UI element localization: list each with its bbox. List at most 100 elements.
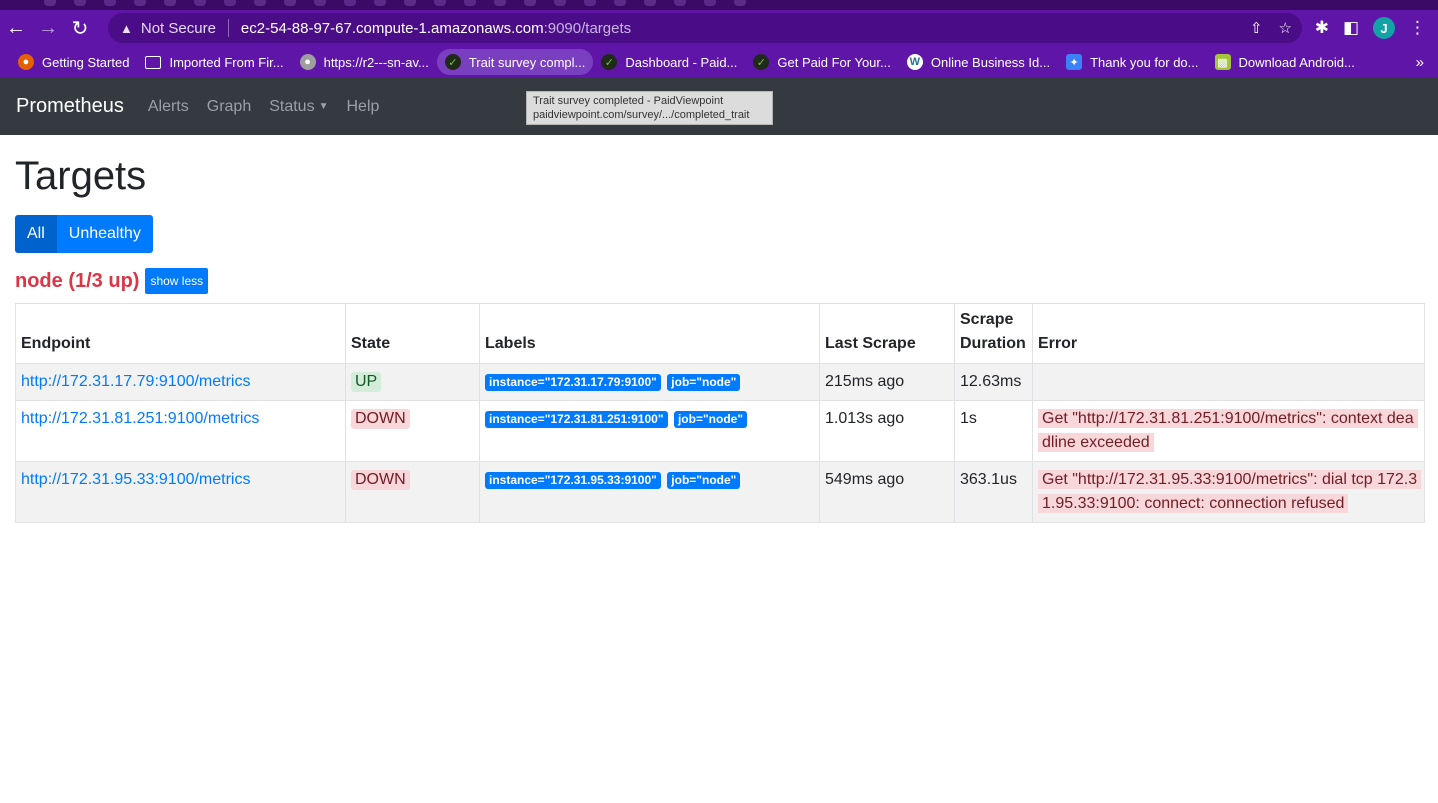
- state-cell: DOWN: [345, 461, 480, 523]
- bookmark-star-icon[interactable]: ☆: [1279, 19, 1292, 37]
- tab-favicon-marker[interactable]: [74, 0, 86, 6]
- nav-graph[interactable]: Graph: [207, 98, 251, 116]
- label-badge: job="node": [667, 472, 741, 489]
- tab-favicon-marker[interactable]: [494, 0, 506, 6]
- label-badge: instance="172.31.81.251:9100": [485, 411, 668, 428]
- tab-favicon-marker[interactable]: [44, 0, 56, 6]
- bookmark-tooltip: Trait survey completed - PaidViewpoint p…: [526, 91, 773, 125]
- tab-favicon-marker[interactable]: [674, 0, 686, 6]
- bookmark-label: Dashboard - Paid...: [625, 54, 738, 70]
- globe-icon: ●: [299, 54, 316, 70]
- firefox-icon: ●: [18, 54, 34, 70]
- error-cell: [1032, 363, 1425, 401]
- tab-favicon-marker[interactable]: [134, 0, 146, 6]
- label-badge: job="node": [667, 374, 741, 391]
- bookmark-item[interactable]: Imported From Fir...: [137, 49, 291, 75]
- filter-all-button[interactable]: All: [15, 215, 57, 253]
- avatar[interactable]: J: [1373, 17, 1395, 39]
- nav-status[interactable]: Status ▼: [269, 98, 328, 116]
- page-title: Targets: [15, 154, 147, 198]
- url-path: :9090/targets: [543, 19, 632, 37]
- back-arrow-icon: ←: [6, 16, 26, 39]
- address-bar[interactable]: ▲ Not Secure ec2-54-88-97-67.compute-1.a…: [108, 13, 1302, 43]
- error-cell: Get "http://172.31.95.33:9100/metrics": …: [1032, 461, 1425, 523]
- menu-kebab-icon[interactable]: ⋮: [1409, 18, 1426, 38]
- pool-title[interactable]: node (1/3 up): [15, 270, 139, 293]
- tab-favicon-marker[interactable]: [464, 0, 476, 6]
- error-message: Get "http://172.31.95.33:9100/metrics": …: [1038, 470, 1422, 513]
- bookmark-item[interactable]: ✓ Dashboard - Paid...: [593, 49, 745, 75]
- tab-favicon-marker[interactable]: [614, 0, 626, 6]
- bookmark-item[interactable]: ✓ Get Paid For Your...: [745, 49, 898, 75]
- tab-favicon-marker[interactable]: [524, 0, 536, 6]
- forward-button[interactable]: →: [32, 10, 64, 46]
- check-icon: ✓: [601, 54, 618, 70]
- extensions-icon[interactable]: ✱: [1315, 18, 1329, 38]
- tab-favicon-marker[interactable]: [734, 0, 746, 6]
- state-cell: DOWN: [345, 400, 480, 462]
- bookmark-item[interactable]: W Online Business Id...: [899, 49, 1058, 75]
- tab-favicon-marker[interactable]: [404, 0, 416, 6]
- tab-favicon-marker[interactable]: [644, 0, 656, 6]
- bookmark-label: Online Business Id...: [930, 54, 1051, 70]
- reload-button[interactable]: ↻: [64, 10, 96, 46]
- status-badge: DOWN: [351, 470, 410, 490]
- column-header-labels: Labels: [479, 303, 820, 364]
- security-label[interactable]: Not Secure: [141, 20, 216, 37]
- last-scrape-cell: 1.013s ago: [819, 400, 955, 462]
- tab-favicon-marker[interactable]: [584, 0, 596, 6]
- tab-favicon-marker[interactable]: [254, 0, 266, 6]
- brand-logo[interactable]: Prometheus: [16, 95, 124, 118]
- bookmark-item[interactable]: ● Getting Started: [10, 49, 137, 75]
- endpoint-link[interactable]: http://172.31.81.251:9100/metrics: [21, 410, 259, 427]
- tab-favicon-marker[interactable]: [434, 0, 446, 6]
- nav-alerts[interactable]: Alerts: [148, 98, 189, 116]
- targets-table: Endpoint State Labels Last Scrape Scrape…: [15, 303, 1425, 523]
- share-icon[interactable]: ⇧: [1250, 19, 1263, 37]
- bookmark-label: Trait survey compl...: [468, 54, 586, 70]
- bookmark-item[interactable]: ✓ Trait survey compl...: [436, 49, 594, 75]
- android-icon: ▩: [1214, 54, 1231, 70]
- wordpress-icon: W: [906, 54, 923, 70]
- bookmark-item[interactable]: ▩ Download Android...: [1207, 49, 1363, 75]
- labels-cell: instance="172.31.95.33:9100" job="node": [479, 461, 820, 523]
- endpoint-cell: http://172.31.17.79:9100/metrics: [15, 363, 346, 401]
- tab-favicon-marker[interactable]: [374, 0, 386, 6]
- tooltip-title: Trait survey completed - PaidViewpoint: [533, 95, 724, 107]
- tab-favicon-marker[interactable]: [224, 0, 236, 6]
- table-row: http://172.31.17.79:9100/metrics UP inst…: [15, 363, 1425, 401]
- more-bookmarks-icon[interactable]: »: [1416, 46, 1424, 78]
- pool-header: node (1/3 up) show less: [15, 267, 1423, 295]
- column-header-error: Error: [1032, 303, 1425, 364]
- column-header-scrape-duration: Scrape Duration: [954, 303, 1033, 364]
- column-header-last-scrape: Last Scrape: [819, 303, 955, 364]
- tab-favicon-marker[interactable]: [704, 0, 716, 6]
- tab-favicon-marker[interactable]: [104, 0, 116, 6]
- bookmark-item[interactable]: ● https://r2---sn-av...: [292, 49, 437, 75]
- status-badge: UP: [351, 372, 382, 392]
- tab-favicon-marker[interactable]: [284, 0, 296, 6]
- url-host: ec2-54-88-97-67.compute-1.amazonaws.com: [240, 19, 544, 37]
- show-less-button[interactable]: show less: [145, 268, 209, 294]
- table-row: http://172.31.81.251:9100/metrics DOWN i…: [15, 400, 1425, 462]
- bookmark-label: https://r2---sn-av...: [323, 54, 429, 70]
- endpoint-link[interactable]: http://172.31.17.79:9100/metrics: [21, 373, 250, 390]
- column-header-state: State: [345, 303, 480, 364]
- bookmark-item[interactable]: ✦ Thank you for do...: [1058, 49, 1206, 75]
- tooltip-url: paidviewpoint.com/survey/.../completed_t…: [533, 109, 750, 121]
- tab-favicon-marker[interactable]: [314, 0, 326, 6]
- tab-favicon-marker[interactable]: [164, 0, 176, 6]
- nav-help[interactable]: Help: [346, 98, 379, 116]
- bookmark-label: Thank you for do...: [1090, 54, 1199, 70]
- tab-favicon-marker[interactable]: [344, 0, 356, 6]
- tab-favicon-marker[interactable]: [554, 0, 566, 6]
- back-button[interactable]: ←: [0, 10, 32, 46]
- tab-favicon-marker[interactable]: [194, 0, 206, 6]
- nav-status-label: Status: [269, 97, 315, 115]
- tab-strip: [0, 0, 1438, 10]
- folder-icon: [145, 55, 162, 69]
- filter-unhealthy-button[interactable]: Unhealthy: [56, 215, 153, 253]
- side-panel-icon[interactable]: ◧: [1343, 18, 1359, 38]
- endpoint-link[interactable]: http://172.31.95.33:9100/metrics: [21, 471, 250, 488]
- last-scrape-cell: 215ms ago: [819, 363, 955, 401]
